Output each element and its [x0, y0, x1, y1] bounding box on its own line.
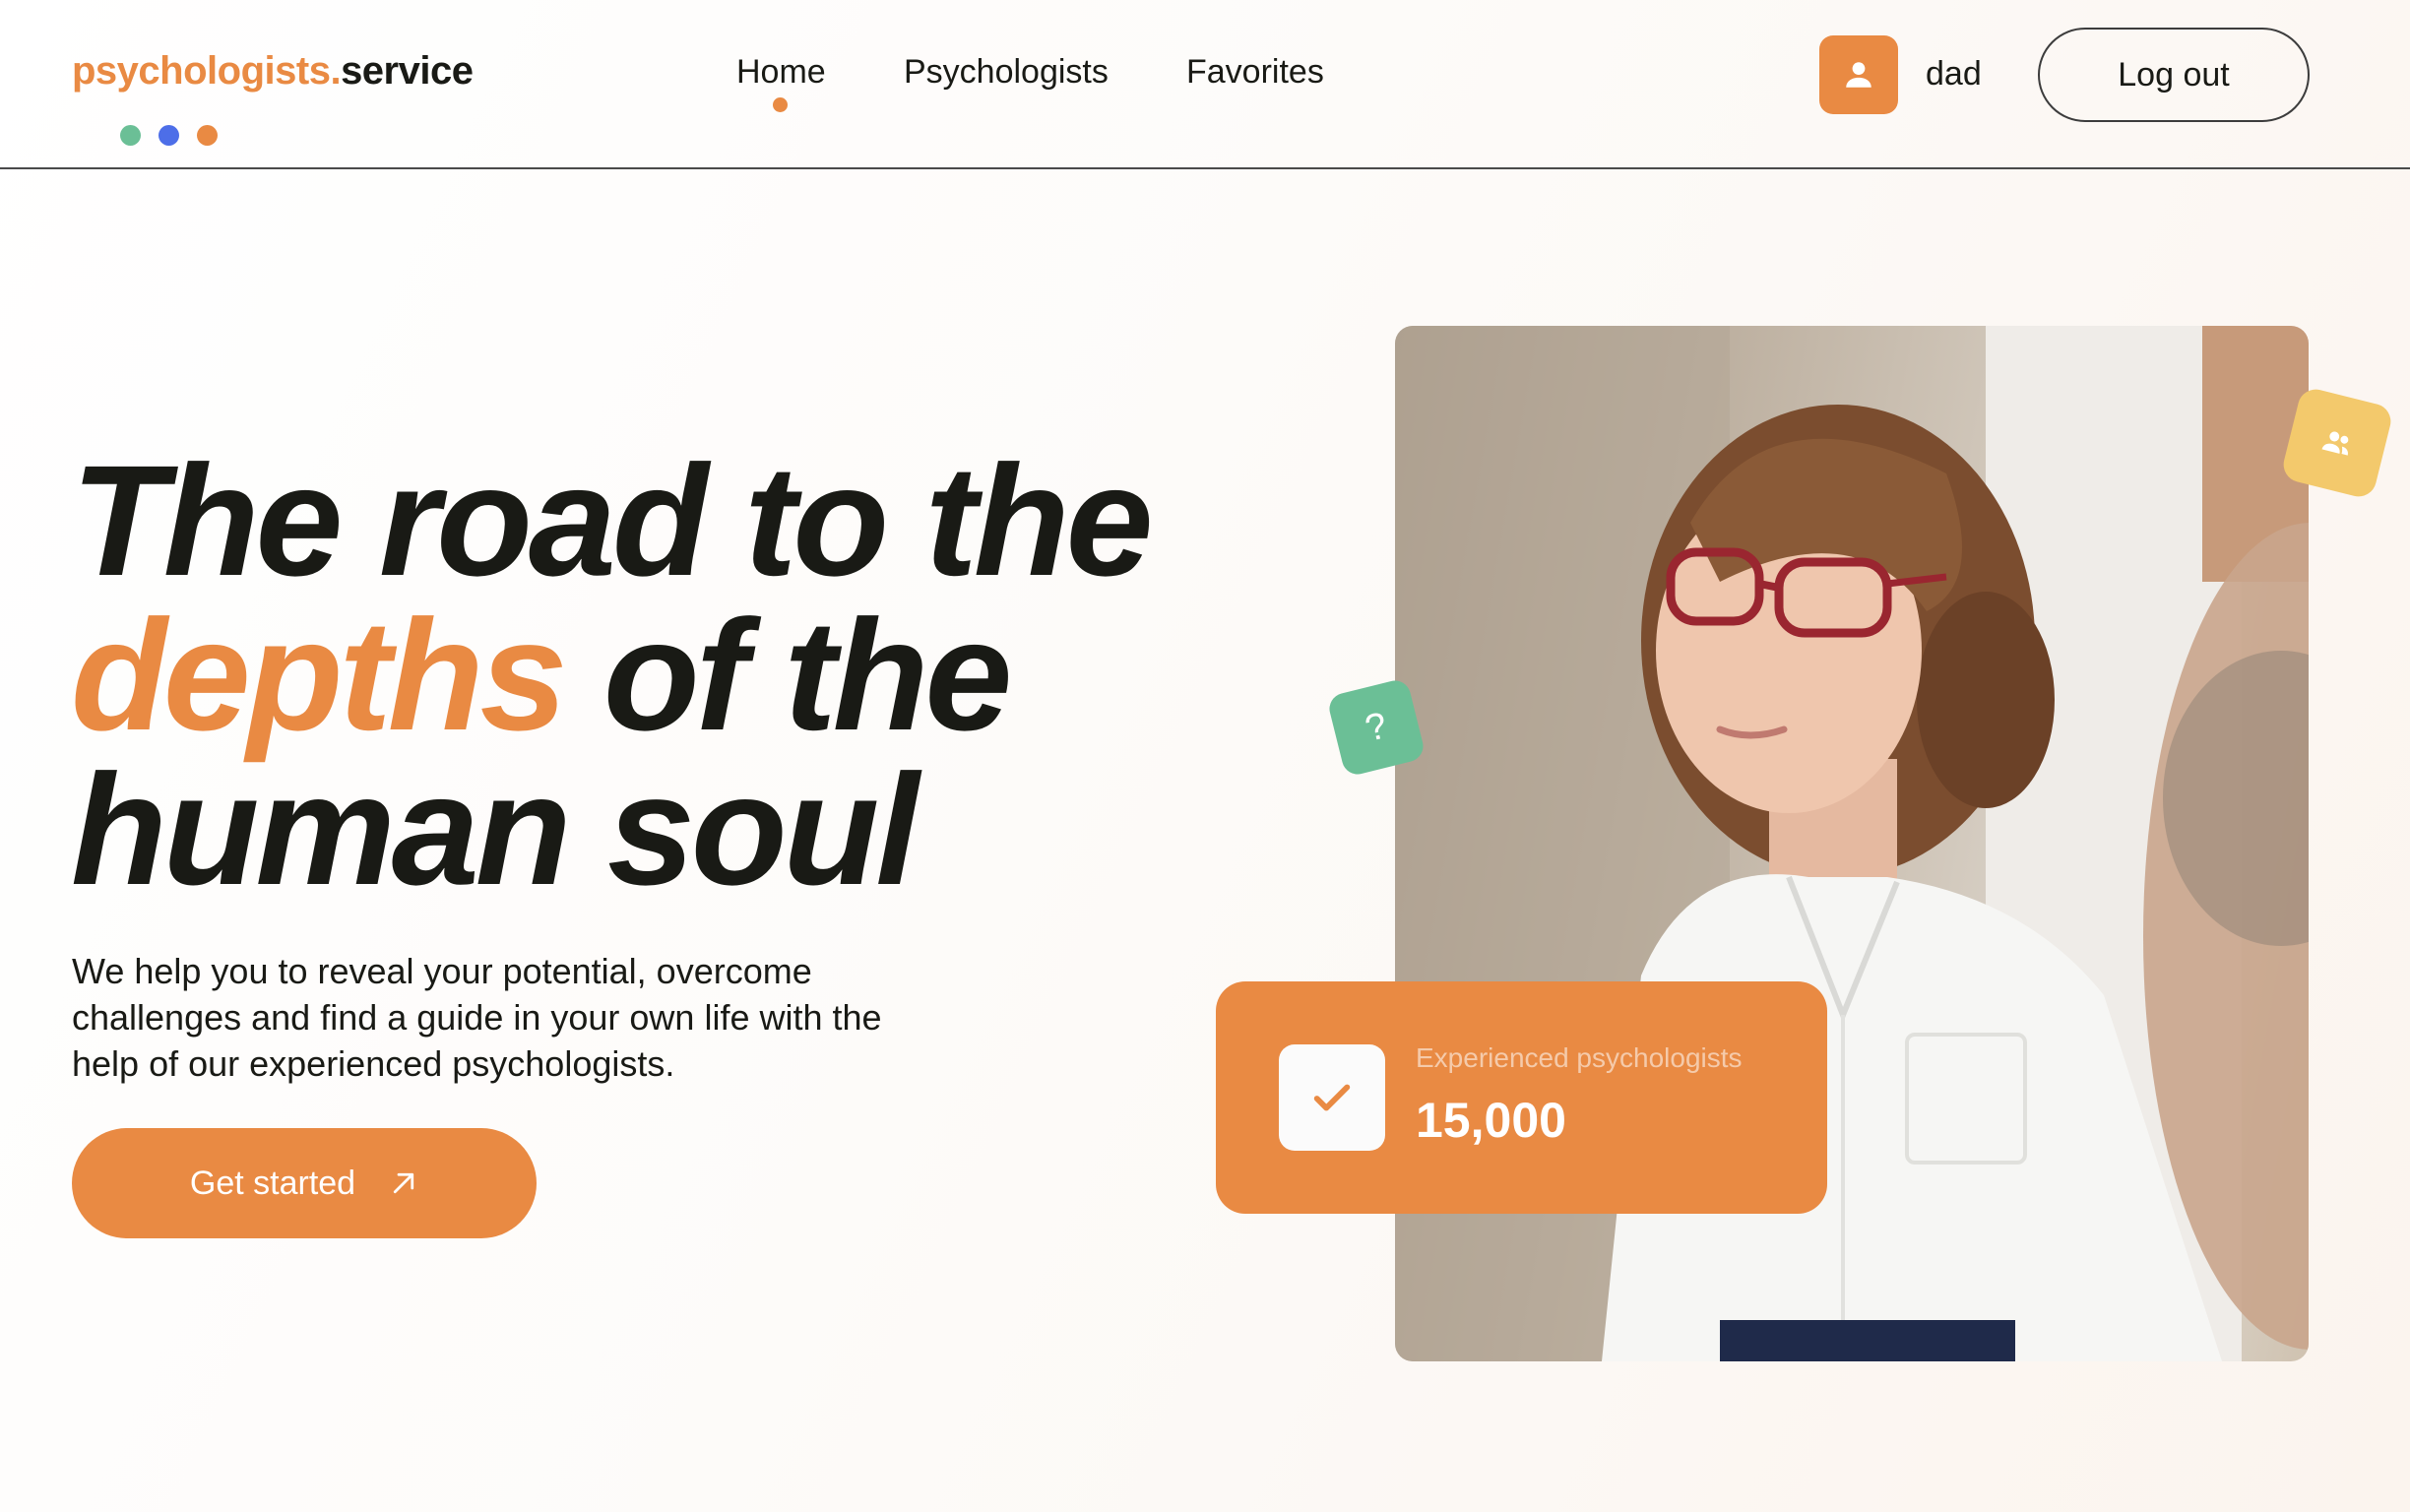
stat-value: 15,000	[1416, 1093, 1566, 1148]
get-started-button[interactable]: Get started	[72, 1128, 537, 1238]
nav-item-psychologists[interactable]: Psychologists	[904, 53, 1109, 92]
stat-check-box	[1279, 1044, 1385, 1151]
logo-dots	[120, 125, 218, 146]
hero-title-line1: The road to the	[71, 432, 1154, 608]
hero-title-line3: human soul	[71, 741, 920, 917]
stat-label: Experienced psychologists	[1416, 1042, 1743, 1073]
check-icon	[1313, 1084, 1351, 1111]
logout-button[interactable]: Log out	[2038, 28, 2310, 122]
logo-suffix: service	[341, 49, 474, 93]
logo[interactable]: psychologists.service	[72, 49, 474, 94]
users-icon	[2321, 431, 2349, 456]
hero-description: We help you to reveal your potential, ov…	[72, 951, 882, 1084]
active-nav-indicator	[773, 97, 788, 112]
hero-title: The road to the depths of the human soul	[71, 442, 1282, 909]
experienced-psychologists-card: Experienced psychologists 15,000	[1216, 981, 1827, 1214]
hero-title-line2: of the	[563, 587, 1012, 763]
nav-item-favorites[interactable]: Favorites	[1186, 53, 1324, 92]
get-started-label: Get started	[189, 1164, 356, 1202]
user-icon	[1846, 62, 1871, 88]
logo-brand: psychologists.	[72, 49, 342, 93]
site-header: psychologists.service Home Psychologists…	[0, 0, 2410, 169]
orange-dot	[197, 125, 218, 146]
nav-item-home[interactable]: Home	[736, 53, 826, 92]
user-name: dad	[1926, 55, 1982, 93]
hero-title-accent: depths	[71, 587, 567, 763]
green-dot	[120, 125, 141, 146]
user-avatar[interactable]	[1819, 35, 1898, 114]
blue-dot	[159, 125, 179, 146]
question-icon: ?	[1361, 704, 1392, 750]
arrow-up-right-icon	[393, 1172, 414, 1194]
